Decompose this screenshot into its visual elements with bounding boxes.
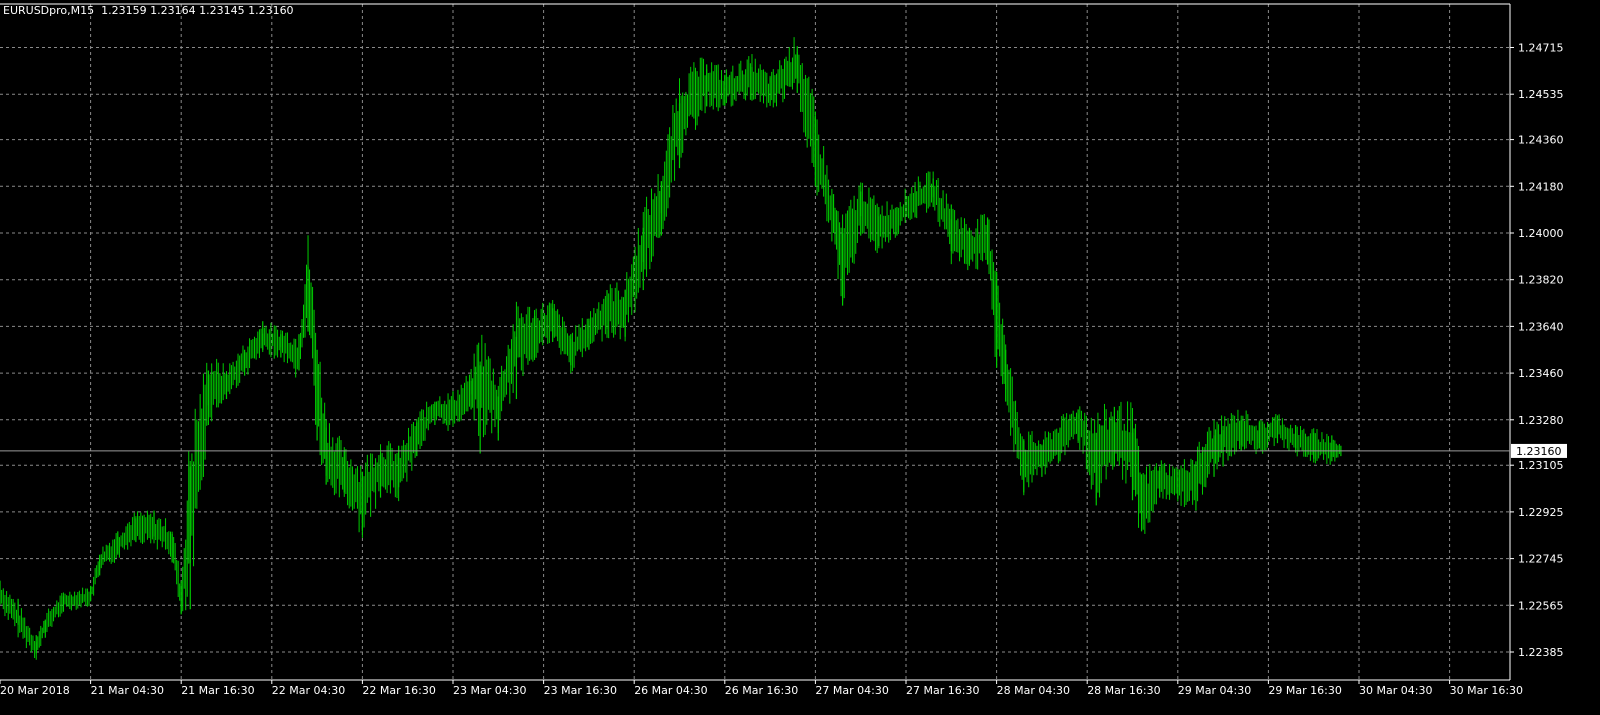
y-tick-label: 1.24000: [1518, 227, 1564, 240]
y-tick-label: 1.23280: [1518, 414, 1564, 427]
price-chart[interactable]: 1.24715 1.24535 1.24360 1.24180 1.24000 1.238…: [0, 0, 1600, 715]
symbol-info: EURUSDpro,M15 1.23159 1.23164 1.23145 1.…: [3, 4, 294, 17]
x-tick-label: 27 Mar 04:30: [815, 684, 888, 697]
x-tick-label: 23 Mar 04:30: [453, 684, 526, 697]
chart-window[interactable]: 1.24715 1.24535 1.24360 1.24180 1.24000 1.238…: [0, 0, 1600, 715]
x-tick-label: 21 Mar 16:30: [181, 684, 254, 697]
x-tick-label: 27 Mar 16:30: [906, 684, 979, 697]
x-tick-label: 22 Mar 16:30: [362, 684, 435, 697]
y-tick-label: 1.22745: [1518, 553, 1564, 566]
y-tick-label: 1.22925: [1518, 506, 1564, 519]
y-tick-label: 1.24535: [1518, 88, 1564, 101]
x-tick-label: 20 Mar 2018: [0, 684, 70, 697]
grid-lines: [0, 4, 1510, 680]
y-tick-label: 1.24180: [1518, 180, 1564, 193]
x-tick-label: 28 Mar 04:30: [997, 684, 1070, 697]
price-bars: [0, 37, 1342, 660]
y-tick-label: 1.22385: [1518, 646, 1564, 659]
y-tick-label: 1.23460: [1518, 367, 1564, 380]
x-tick-label: 29 Mar 16:30: [1268, 684, 1341, 697]
x-tick-label: 22 Mar 04:30: [272, 684, 345, 697]
x-tick-label: 23 Mar 16:30: [544, 684, 617, 697]
x-tick-label: 21 Mar 04:30: [91, 684, 164, 697]
y-tick-label: 1.24715: [1518, 42, 1564, 55]
current-price-label: 1.23160: [1516, 445, 1562, 458]
x-tick-label: 30 Mar 04:30: [1359, 684, 1432, 697]
y-tick-label: 1.22565: [1518, 599, 1564, 612]
y-tick-label: 1.24360: [1518, 134, 1564, 147]
x-tick-label: 26 Mar 04:30: [634, 684, 707, 697]
y-tick-label: 1.23640: [1518, 320, 1564, 333]
y-tick-label: 1.23105: [1518, 459, 1564, 472]
x-tick-label: 28 Mar 16:30: [1087, 684, 1160, 697]
x-tick-label: 29 Mar 04:30: [1178, 684, 1251, 697]
x-tick-label: 26 Mar 16:30: [725, 684, 798, 697]
x-tick-label: 30 Mar 16:30: [1450, 684, 1523, 697]
axes: [0, 3, 1511, 681]
y-tick-label: 1.23820: [1518, 274, 1564, 287]
